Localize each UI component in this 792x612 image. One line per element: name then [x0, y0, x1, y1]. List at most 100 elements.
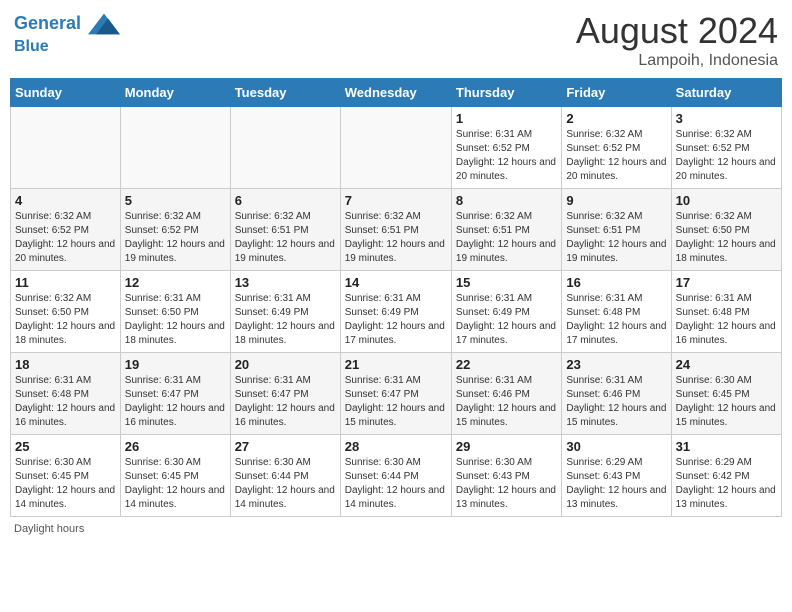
day-info: Sunrise: 6:29 AM Sunset: 6:42 PM Dayligh…	[676, 456, 777, 512]
calendar-cell: 16Sunrise: 6:31 AM Sunset: 6:48 PM Dayli…	[562, 271, 671, 353]
header-day-sunday: Sunday	[11, 79, 121, 107]
day-number: 8	[456, 193, 557, 208]
day-number: 21	[345, 357, 447, 372]
week-row-3: 11Sunrise: 6:32 AM Sunset: 6:50 PM Dayli…	[11, 271, 782, 353]
calendar-cell: 20 Sunrise: 6:31 AM Sunset: 6:47 PM Dayli…	[230, 353, 340, 435]
calendar-cell: 14Sunrise: 6:31 AM Sunset: 6:49 PM Dayli…	[340, 271, 451, 353]
day-info: Sunrise: 6:32 AM Sunset: 6:52 PM Dayligh…	[125, 210, 226, 266]
day-number: 26	[125, 439, 226, 454]
day-number: 16	[566, 275, 666, 290]
calendar-cell: 1 Sunrise: 6:31 AM Sunset: 6:52 PM Daylig…	[451, 107, 561, 189]
logo: General Blue	[14, 10, 120, 56]
day-info: Sunrise: 6:32 AM Sunset: 6:50 PM Dayligh…	[676, 210, 777, 266]
calendar-cell: 25Sunrise: 6:30 AM Sunset: 6:45 PM Dayli…	[11, 435, 121, 517]
day-number: 22	[456, 357, 557, 372]
calendar-cell: 13 Sunrise: 6:31 AM Sunset: 6:49 PM Dayli…	[230, 271, 340, 353]
day-info: Sunrise: 6:31 AM Sunset: 6:47 PM Dayligh…	[345, 374, 447, 430]
day-number: 15	[456, 275, 557, 290]
calendar-cell: 9 Sunrise: 6:32 AM Sunset: 6:51 PM Daylig…	[562, 189, 671, 271]
day-info: Sunrise: 6:32 AM Sunset: 6:51 PM Dayligh…	[566, 210, 666, 266]
page-header: General Blue August 2024 Lampoih, Indone…	[10, 10, 782, 70]
day-number: 4	[15, 193, 116, 208]
day-number: 5	[125, 193, 226, 208]
calendar-cell: 27 Sunrise: 6:30 AM Sunset: 6:44 PM Dayli…	[230, 435, 340, 517]
day-info: Sunrise: 6:31 AM Sunset: 6:47 PM Dayligh…	[235, 374, 336, 430]
calendar-cell: 22 Sunrise: 6:31 AM Sunset: 6:46 PM Dayli…	[451, 353, 561, 435]
day-info: Sunrise: 6:29 AM Sunset: 6:43 PM Dayligh…	[566, 456, 666, 512]
location: Lampoih, Indonesia	[576, 52, 778, 70]
day-number: 12	[125, 275, 226, 290]
logo-text: General	[14, 10, 120, 38]
day-info: Sunrise: 6:30 AM Sunset: 6:44 PM Dayligh…	[345, 456, 447, 512]
day-number: 29	[456, 439, 557, 454]
day-info: Sunrise: 6:31 AM Sunset: 6:46 PM Dayligh…	[456, 374, 557, 430]
day-number: 6	[235, 193, 336, 208]
calendar-cell: 26Sunrise: 6:30 AM Sunset: 6:45 PM Dayli…	[120, 435, 230, 517]
day-number: 17	[676, 275, 777, 290]
day-info: Sunrise: 6:32 AM Sunset: 6:52 PM Dayligh…	[566, 128, 666, 184]
calendar-cell: 8 Sunrise: 6:32 AM Sunset: 6:51 PM Daylig…	[451, 189, 561, 271]
week-row-1: 1 Sunrise: 6:31 AM Sunset: 6:52 PM Daylig…	[11, 107, 782, 189]
day-info: Sunrise: 6:31 AM Sunset: 6:47 PM Dayligh…	[125, 374, 226, 430]
footer-note: Daylight hours	[10, 523, 782, 535]
day-number: 30	[566, 439, 666, 454]
day-number: 3	[676, 111, 777, 126]
calendar-cell: 12 Sunrise: 6:31 AM Sunset: 6:50 PM Dayli…	[120, 271, 230, 353]
header-day-friday: Friday	[562, 79, 671, 107]
day-number: 9	[566, 193, 666, 208]
calendar-cell	[340, 107, 451, 189]
logo-blue: Blue	[14, 38, 120, 56]
calendar-cell: 10 Sunrise: 6:32 AM Sunset: 6:50 PM Dayli…	[671, 189, 781, 271]
calendar-cell	[11, 107, 121, 189]
header-day-wednesday: Wednesday	[340, 79, 451, 107]
day-number: 14	[345, 275, 447, 290]
day-number: 20	[235, 357, 336, 372]
calendar-cell: 11Sunrise: 6:32 AM Sunset: 6:50 PM Dayli…	[11, 271, 121, 353]
header-day-thursday: Thursday	[451, 79, 561, 107]
calendar-cell: 28Sunrise: 6:30 AM Sunset: 6:44 PM Dayli…	[340, 435, 451, 517]
day-info: Sunrise: 6:32 AM Sunset: 6:52 PM Dayligh…	[676, 128, 777, 184]
calendar-cell	[120, 107, 230, 189]
daylight-label: Daylight hours	[14, 523, 84, 535]
calendar-cell: 2 Sunrise: 6:32 AM Sunset: 6:52 PM Daylig…	[562, 107, 671, 189]
day-number: 25	[15, 439, 116, 454]
calendar-cell: 4 Sunrise: 6:32 AM Sunset: 6:52 PM Daylig…	[11, 189, 121, 271]
day-info: Sunrise: 6:32 AM Sunset: 6:51 PM Dayligh…	[235, 210, 336, 266]
day-number: 1	[456, 111, 557, 126]
day-info: Sunrise: 6:32 AM Sunset: 6:51 PM Dayligh…	[456, 210, 557, 266]
day-info: Sunrise: 6:31 AM Sunset: 6:49 PM Dayligh…	[456, 292, 557, 348]
week-row-2: 4 Sunrise: 6:32 AM Sunset: 6:52 PM Daylig…	[11, 189, 782, 271]
header-day-saturday: Saturday	[671, 79, 781, 107]
week-row-4: 18Sunrise: 6:31 AM Sunset: 6:48 PM Dayli…	[11, 353, 782, 435]
day-info: Sunrise: 6:31 AM Sunset: 6:50 PM Dayligh…	[125, 292, 226, 348]
calendar-cell: 5 Sunrise: 6:32 AM Sunset: 6:52 PM Daylig…	[120, 189, 230, 271]
day-info: Sunrise: 6:31 AM Sunset: 6:49 PM Dayligh…	[235, 292, 336, 348]
day-number: 27	[235, 439, 336, 454]
calendar-cell: 18Sunrise: 6:31 AM Sunset: 6:48 PM Dayli…	[11, 353, 121, 435]
day-info: Sunrise: 6:32 AM Sunset: 6:52 PM Dayligh…	[15, 210, 116, 266]
calendar-cell: 15 Sunrise: 6:31 AM Sunset: 6:49 PM Dayli…	[451, 271, 561, 353]
day-info: Sunrise: 6:32 AM Sunset: 6:50 PM Dayligh…	[15, 292, 116, 348]
calendar-cell: 19 Sunrise: 6:31 AM Sunset: 6:47 PM Dayli…	[120, 353, 230, 435]
calendar-cell: 6 Sunrise: 6:32 AM Sunset: 6:51 PM Daylig…	[230, 189, 340, 271]
day-info: Sunrise: 6:31 AM Sunset: 6:48 PM Dayligh…	[676, 292, 777, 348]
day-info: Sunrise: 6:31 AM Sunset: 6:48 PM Dayligh…	[15, 374, 116, 430]
header-day-monday: Monday	[120, 79, 230, 107]
day-number: 10	[676, 193, 777, 208]
day-number: 19	[125, 357, 226, 372]
week-row-5: 25Sunrise: 6:30 AM Sunset: 6:45 PM Dayli…	[11, 435, 782, 517]
day-number: 2	[566, 111, 666, 126]
calendar-table: SundayMondayTuesdayWednesdayThursdayFrid…	[10, 78, 782, 517]
month-year: August 2024	[576, 10, 778, 52]
day-number: 13	[235, 275, 336, 290]
day-info: Sunrise: 6:30 AM Sunset: 6:44 PM Dayligh…	[235, 456, 336, 512]
calendar-cell: 17 Sunrise: 6:31 AM Sunset: 6:48 PM Dayli…	[671, 271, 781, 353]
day-number: 7	[345, 193, 447, 208]
calendar-cell: 30 Sunrise: 6:29 AM Sunset: 6:43 PM Dayli…	[562, 435, 671, 517]
day-info: Sunrise: 6:30 AM Sunset: 6:45 PM Dayligh…	[676, 374, 777, 430]
calendar-cell: 29Sunrise: 6:30 AM Sunset: 6:43 PM Dayli…	[451, 435, 561, 517]
day-info: Sunrise: 6:31 AM Sunset: 6:52 PM Dayligh…	[456, 128, 557, 184]
calendar-cell: 24Sunrise: 6:30 AM Sunset: 6:45 PM Dayli…	[671, 353, 781, 435]
day-info: Sunrise: 6:31 AM Sunset: 6:46 PM Dayligh…	[566, 374, 666, 430]
header-row: SundayMondayTuesdayWednesdayThursdayFrid…	[11, 79, 782, 107]
